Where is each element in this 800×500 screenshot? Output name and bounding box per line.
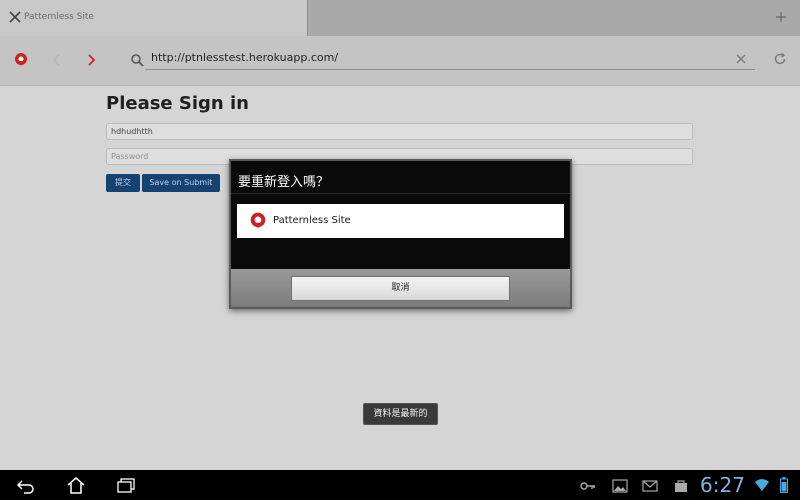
mail-icon bbox=[642, 480, 658, 492]
browser-toolbar: http://ptnlesstest.herokuapp.com/ bbox=[0, 36, 800, 86]
tab-strip: Patternless Site bbox=[0, 0, 800, 36]
wifi-icon bbox=[755, 479, 769, 491]
cancel-button[interactable]: 取消 bbox=[291, 276, 510, 301]
page-title: Please Sign in bbox=[106, 93, 249, 114]
url-field[interactable]: http://ptnlesstest.herokuapp.com/ bbox=[151, 51, 338, 64]
clear-url-icon[interactable] bbox=[736, 54, 746, 64]
tab-title: Patternless Site bbox=[24, 12, 94, 22]
status-clock: 6:27 bbox=[700, 473, 745, 497]
forward-icon[interactable] bbox=[84, 52, 98, 68]
relogin-dialog: 要重新登入嗎？ Patternless Site 取消 bbox=[229, 159, 572, 309]
dialog-divider bbox=[231, 193, 570, 194]
system-home-icon[interactable] bbox=[66, 476, 86, 494]
username-input[interactable]: hdhudhtth bbox=[106, 123, 693, 140]
back-icon[interactable] bbox=[50, 52, 64, 68]
submit-button[interactable]: 提交 bbox=[106, 174, 140, 192]
search-icon bbox=[131, 54, 144, 67]
account-list-item[interactable]: Patternless Site bbox=[237, 204, 564, 238]
tab-patternless-site[interactable]: Patternless Site bbox=[0, 0, 308, 36]
system-bar: 6:27 bbox=[0, 470, 800, 500]
close-icon[interactable] bbox=[8, 10, 22, 24]
key-icon bbox=[580, 482, 595, 490]
toast-message: 資料是最新的 bbox=[363, 403, 438, 425]
account-label: Patternless Site bbox=[273, 215, 351, 226]
url-underline bbox=[145, 69, 755, 70]
dialog-title: 要重新登入嗎？ bbox=[238, 175, 330, 190]
system-recent-apps-icon[interactable] bbox=[116, 477, 136, 493]
reload-icon[interactable] bbox=[773, 52, 787, 66]
save-on-submit-button[interactable]: Save on Submit bbox=[142, 174, 220, 192]
system-back-icon[interactable] bbox=[16, 478, 36, 494]
image-icon bbox=[612, 479, 628, 493]
browser-logo-icon[interactable] bbox=[13, 52, 29, 68]
dialog-footer: 取消 bbox=[231, 269, 570, 307]
site-logo-icon bbox=[250, 212, 266, 230]
new-tab-icon[interactable] bbox=[774, 10, 788, 24]
shopping-bag-icon bbox=[675, 480, 687, 492]
battery-icon bbox=[780, 477, 788, 493]
